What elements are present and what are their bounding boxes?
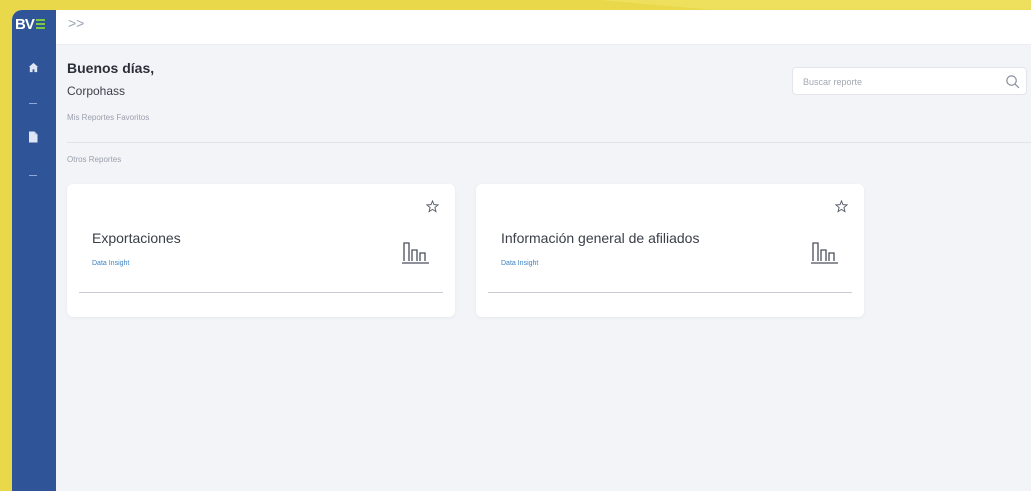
app-window: BV >> Buenos días, Corpohass Mis Reporte…: [12, 10, 1031, 491]
report-card[interactable]: Exportaciones Data Insight: [67, 184, 455, 317]
report-source: Data Insight: [501, 260, 539, 267]
other-reports-section-label: Otros Reportes: [67, 155, 122, 164]
logo-text: BV: [15, 15, 35, 33]
search-box: [792, 67, 1027, 95]
favorite-star-icon[interactable]: [426, 200, 439, 213]
bar-chart-icon: [402, 242, 429, 264]
bar-chart-icon: [811, 242, 838, 264]
user-name: Corpohass: [67, 84, 126, 98]
favorites-section-label: Mis Reportes Favoritos: [67, 113, 150, 122]
home-icon: [28, 62, 38, 72]
app-logo[interactable]: BV: [15, 12, 53, 36]
logo-mark-icon: [35, 19, 45, 29]
search-input[interactable]: [801, 73, 985, 91]
sidebar-item-reports[interactable]: [26, 130, 40, 144]
document-icon: [29, 131, 38, 143]
sidebar-item-collapsed[interactable]: [29, 103, 37, 104]
report-source: Data Insight: [92, 260, 130, 267]
search-icon[interactable]: [1005, 74, 1020, 89]
sidebar: BV: [12, 10, 56, 491]
expand-sidebar-button[interactable]: >>: [68, 15, 84, 31]
greeting-title: Buenos días,: [67, 60, 155, 76]
section-divider: [67, 142, 1031, 143]
sidebar-item-home[interactable]: [26, 60, 40, 74]
sidebar-item-collapsed[interactable]: [29, 175, 37, 176]
favorite-star-icon[interactable]: [835, 200, 848, 213]
report-card[interactable]: Información general de afiliados Data In…: [476, 184, 864, 317]
card-divider: [488, 292, 852, 293]
top-bar: >>: [56, 10, 1031, 45]
report-title: Información general de afiliados: [501, 230, 700, 246]
card-divider: [79, 292, 443, 293]
report-title: Exportaciones: [92, 230, 181, 246]
